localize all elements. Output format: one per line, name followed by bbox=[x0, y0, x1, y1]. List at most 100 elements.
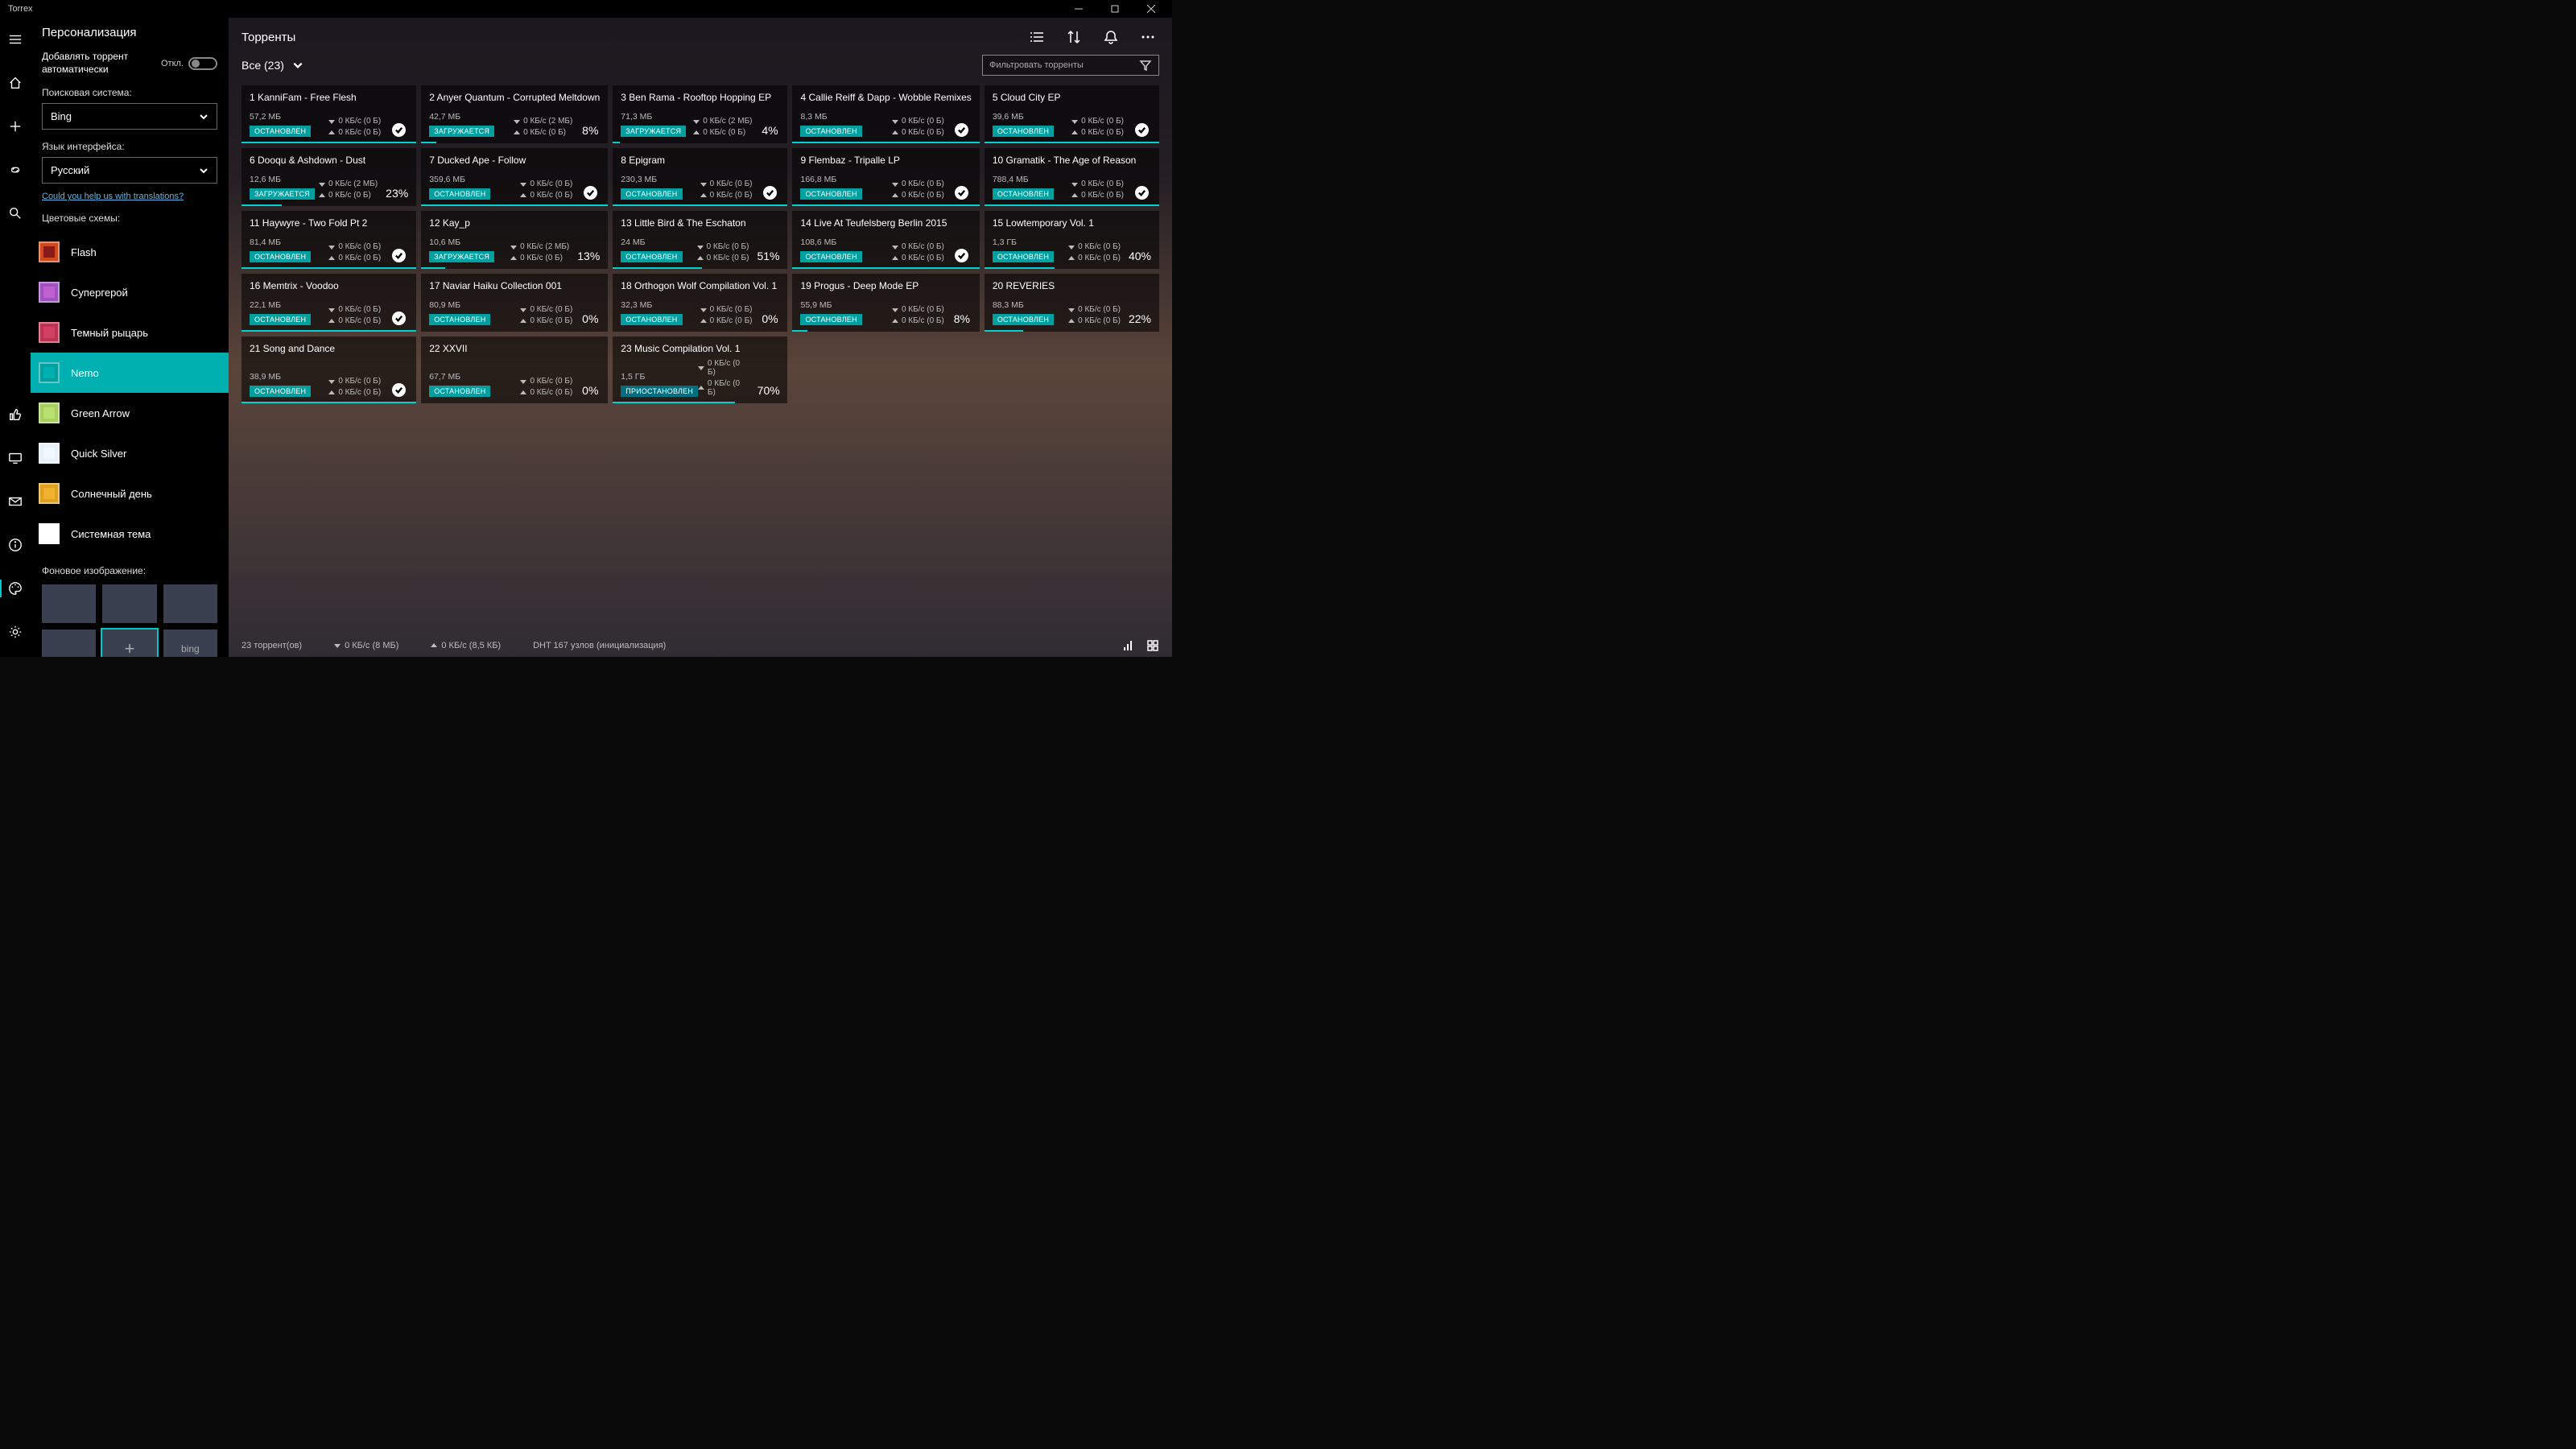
down-rate: 0 КБ/с (0 Б) bbox=[520, 180, 572, 188]
torrent-card[interactable]: 5 Cloud City EP39,6 МБОСТАНОВЛЕН0 КБ/с (… bbox=[985, 85, 1159, 143]
search-icon[interactable] bbox=[0, 198, 31, 229]
check-icon bbox=[392, 249, 406, 262]
card-title: 19 Progus - Deep Mode EP bbox=[800, 280, 971, 291]
check-icon bbox=[392, 312, 406, 325]
theme-item[interactable]: Темный рыцарь bbox=[31, 312, 229, 353]
status-up: 0 КБ/с (8,5 КБ) bbox=[431, 641, 501, 650]
grid-icon[interactable] bbox=[1146, 639, 1159, 652]
bg-thumb[interactable] bbox=[163, 584, 217, 623]
card-size: 1,3 ГБ bbox=[993, 237, 1068, 247]
card-size: 22,1 МБ bbox=[250, 300, 328, 310]
progress-bar bbox=[613, 142, 620, 143]
sort-icon[interactable] bbox=[1063, 26, 1085, 48]
palette-icon[interactable] bbox=[0, 573, 31, 604]
torrent-card[interactable]: 2 Anyer Quantum - Corrupted Meltdown42,7… bbox=[421, 85, 608, 143]
torrent-card[interactable]: 1 KanniFam - Free Flesh57,2 МБОСТАНОВЛЕН… bbox=[242, 85, 416, 143]
theme-item[interactable]: Системная тема bbox=[31, 514, 229, 554]
torrent-card[interactable]: 8 Epigram230,3 МБОСТАНОВЛЕН0 КБ/с (0 Б)0… bbox=[613, 148, 787, 206]
notification-bell-icon[interactable] bbox=[1100, 26, 1122, 48]
card-title: 15 Lowtemporary Vol. 1 bbox=[993, 217, 1151, 229]
up-rate: 0 КБ/с (0 Б) bbox=[700, 191, 753, 200]
theme-item[interactable]: Супергерой bbox=[31, 272, 229, 312]
torrent-card[interactable]: 14 Live At Teufelsberg Berlin 2015108,6 … bbox=[792, 211, 979, 269]
card-status: ОСТАНОВЛЕН bbox=[993, 251, 1054, 262]
theme-item-label: Системная тема bbox=[71, 528, 151, 540]
torrent-card[interactable]: 13 Little Bird & The Eschaton24 МБОСТАНО… bbox=[613, 211, 787, 269]
torrent-card[interactable]: 21 Song and Dance38,9 МБОСТАНОВЛЕН0 КБ/с… bbox=[242, 336, 416, 403]
torrent-card[interactable]: 9 Flembaz - Tripalle LP166,8 МБОСТАНОВЛЕ… bbox=[792, 148, 979, 206]
torrent-card[interactable]: 18 Orthogon Wolf Compilation Vol. 132,3 … bbox=[613, 274, 787, 332]
progress-bar bbox=[421, 267, 445, 269]
thumbs-up-icon[interactable] bbox=[0, 399, 31, 430]
settings-gear-icon[interactable] bbox=[0, 617, 31, 647]
torrent-card[interactable]: 23 Music Compilation Vol. 11,5 ГБПРИОСТА… bbox=[613, 336, 787, 403]
translate-link[interactable]: Could you help us with translations? bbox=[42, 192, 184, 201]
maximize-button[interactable] bbox=[1096, 0, 1133, 18]
auto-add-toggle[interactable] bbox=[188, 57, 217, 70]
card-size: 230,3 МБ bbox=[621, 175, 700, 184]
info-icon[interactable] bbox=[0, 530, 31, 560]
torrent-card[interactable]: 16 Memtrix - Voodoo22,1 МБОСТАНОВЛЕН0 КБ… bbox=[242, 274, 416, 332]
progress-bar bbox=[985, 204, 1159, 206]
card-status: ОСТАНОВЛЕН bbox=[429, 314, 490, 325]
up-rate: 0 КБ/с (0 Б) bbox=[1068, 316, 1121, 325]
signal-icon[interactable] bbox=[1122, 639, 1135, 652]
progress-bar bbox=[613, 267, 702, 269]
torrent-card[interactable]: 3 Ben Rama - Rooftop Hopping EP71,3 МБЗА… bbox=[613, 85, 787, 143]
language-select[interactable]: Русский bbox=[42, 157, 217, 184]
torrent-card[interactable]: 20 REVERIES88,3 МБОСТАНОВЛЕН0 КБ/с (0 Б)… bbox=[985, 274, 1159, 332]
theme-item[interactable]: Green Arrow bbox=[31, 393, 229, 433]
chevron-down-icon bbox=[199, 112, 208, 122]
up-rate: 0 КБ/с (0 Б) bbox=[328, 128, 381, 137]
search-engine-select[interactable]: Bing bbox=[42, 103, 217, 130]
theme-item[interactable]: Солнечный день bbox=[31, 473, 229, 514]
torrent-card[interactable]: 10 Gramatik - The Age of Reason788,4 МБО… bbox=[985, 148, 1159, 206]
card-status: ПРИОСТАНОВЛЕН bbox=[621, 386, 698, 397]
search-input[interactable] bbox=[989, 60, 1139, 70]
down-rate: 0 КБ/с (0 Б) bbox=[1071, 180, 1124, 188]
home-icon[interactable] bbox=[0, 68, 31, 98]
card-size: 67,7 МБ bbox=[429, 372, 520, 382]
list-view-icon[interactable] bbox=[1026, 26, 1048, 48]
theme-item[interactable]: Quick Silver bbox=[31, 433, 229, 473]
torrent-card[interactable]: 7 Ducked Ape - Follow359,6 МБОСТАНОВЛЕН0… bbox=[421, 148, 608, 206]
more-icon[interactable] bbox=[1137, 26, 1159, 48]
theme-swatch bbox=[39, 282, 60, 303]
monitor-icon[interactable] bbox=[0, 443, 31, 473]
theme-item[interactable]: Flash bbox=[31, 232, 229, 272]
card-size: 24 МБ bbox=[621, 237, 696, 247]
progress-bar bbox=[242, 267, 416, 269]
bg-thumb[interactable]: bing bbox=[163, 630, 217, 657]
mail-icon[interactable] bbox=[0, 486, 31, 517]
torrent-card[interactable]: 6 Dooqu & Ashdown - Dust12,6 МБЗАГРУЖАЕТ… bbox=[242, 148, 416, 206]
chevron-down-icon bbox=[199, 166, 208, 175]
torrent-card[interactable]: 17 Naviar Haiku Collection 00180,9 МБОСТ… bbox=[421, 274, 608, 332]
search-engine-label: Поисковая система: bbox=[42, 87, 217, 98]
card-title: 9 Flembaz - Tripalle LP bbox=[800, 155, 971, 166]
sidebar: Персонализация Добавлять торрент автомат… bbox=[31, 18, 229, 657]
add-icon[interactable] bbox=[0, 111, 31, 142]
hamburger-button[interactable] bbox=[0, 24, 31, 55]
link-icon[interactable] bbox=[0, 155, 31, 185]
up-rate: 0 КБ/с (0 Б) bbox=[520, 316, 572, 325]
torrent-card[interactable]: 15 Lowtemporary Vol. 11,3 ГБОСТАНОВЛЕН0 … bbox=[985, 211, 1159, 269]
bg-thumb[interactable] bbox=[42, 584, 96, 623]
torrent-card[interactable]: 11 Haywyre - Two Fold Pt 281,4 МБОСТАНОВ… bbox=[242, 211, 416, 269]
bg-thumb[interactable]: + bbox=[102, 630, 156, 657]
minimize-button[interactable] bbox=[1060, 0, 1096, 18]
close-button[interactable] bbox=[1133, 0, 1169, 18]
bg-thumb[interactable] bbox=[42, 630, 96, 657]
search-box[interactable] bbox=[982, 55, 1159, 76]
up-rate: 0 КБ/с (0 Б) bbox=[693, 128, 745, 137]
bg-thumb[interactable] bbox=[102, 584, 156, 623]
torrent-card[interactable]: 4 Callie Reiff & Dapp - Wobble Remixes8,… bbox=[792, 85, 979, 143]
filter-dropdown[interactable]: Все (23) bbox=[242, 59, 303, 72]
torrent-card[interactable]: 22 XXVII67,7 МБОСТАНОВЛЕН0 КБ/с (0 Б)0 К… bbox=[421, 336, 608, 403]
torrent-card[interactable]: 19 Progus - Deep Mode EP55,9 МБОСТАНОВЛЕ… bbox=[792, 274, 979, 332]
torrent-card[interactable]: 12 Kay_p10,6 МБЗАГРУЖАЕТСЯ0 КБ/с (2 МБ)0… bbox=[421, 211, 608, 269]
card-size: 8,3 МБ bbox=[800, 112, 891, 122]
theme-swatch bbox=[39, 483, 60, 504]
theme-item[interactable]: Nemo bbox=[31, 353, 229, 393]
card-status: ОСТАНОВЛЕН bbox=[621, 188, 682, 200]
theme-item-label: Супергерой bbox=[71, 287, 128, 299]
